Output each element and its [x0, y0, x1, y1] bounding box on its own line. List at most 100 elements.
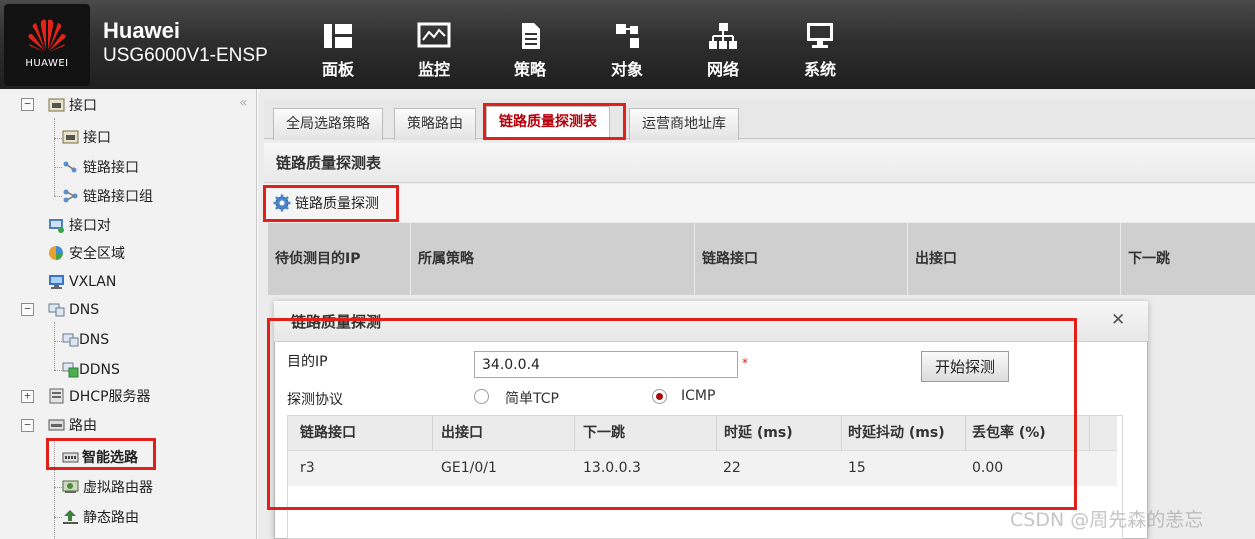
sidebar-item-interface-group[interactable]: 接口: [48, 94, 97, 116]
tree-expander[interactable]: −: [21, 98, 34, 111]
tab-global-route-policy[interactable]: 全局选路策略: [273, 108, 383, 140]
radio-icmp[interactable]: [652, 389, 667, 404]
sidebar-item-label: DNS: [69, 302, 100, 318]
sidebar-item-virtual-router[interactable]: 虚拟路由器: [62, 476, 153, 498]
sidebar-item-dns[interactable]: DNS: [62, 329, 109, 351]
tree-connector: [54, 196, 62, 197]
panel-title: 链路质量探测表: [264, 143, 1255, 183]
link-quality-probe-button[interactable]: 链路质量探测: [273, 191, 379, 215]
dns-folder-icon: [48, 303, 65, 317]
target-ip-label: 目的IP: [287, 354, 328, 370]
sidebar-item-label: VXLAN: [69, 274, 117, 290]
nav-policy[interactable]: 策略: [500, 22, 560, 84]
dhcp-server-icon: [49, 388, 64, 404]
panel-toolbar: [264, 184, 1255, 222]
sidebar-item-interface[interactable]: 接口: [62, 126, 111, 148]
tree-expander[interactable]: +: [21, 390, 34, 403]
column-header[interactable]: 时延 (ms): [718, 416, 842, 451]
nav-label: 网络: [706, 60, 739, 79]
column-header[interactable]: 出接口: [908, 223, 1121, 295]
tree-expander[interactable]: −: [21, 303, 34, 316]
probe-button-label: 链路质量探测: [295, 196, 379, 212]
tab-isp-address-db[interactable]: 运营商地址库: [629, 108, 739, 140]
sidebar-item-security-zone[interactable]: 安全区域: [48, 242, 125, 264]
sidebar-item-label: 接口: [69, 98, 97, 114]
sidebar-item-vxlan[interactable]: VXLAN: [48, 271, 116, 293]
column-header[interactable]: 所属策略: [411, 223, 695, 295]
sidebar-item-dns-group[interactable]: DNS: [48, 299, 99, 321]
link-interface-icon: [63, 161, 77, 173]
nav-network[interactable]: 网络: [693, 22, 753, 84]
sidebar-item-static-route[interactable]: 静态路由: [62, 506, 139, 528]
column-header[interactable]: 时延抖动 (ms): [842, 416, 966, 451]
dashboard-icon: [324, 24, 352, 48]
sidebar-item-label: DDNS: [79, 362, 120, 378]
sidebar-item-link-interface-group[interactable]: 链路接口组: [62, 185, 153, 207]
close-icon[interactable]: ✕: [1111, 310, 1125, 330]
radio-simple-tcp[interactable]: [474, 389, 489, 404]
sidebar-item-label: 链路接口组: [83, 189, 153, 205]
virtual-router-icon: [62, 480, 79, 493]
huawei-logo: HUAWEI: [4, 4, 90, 86]
cell-out-interface: GE1/0/1: [441, 460, 497, 476]
nav-dashboard[interactable]: 面板: [308, 22, 368, 84]
dialog-header: [274, 301, 1148, 342]
brand-name: Huawei: [103, 18, 181, 43]
target-ip-input[interactable]: [474, 351, 738, 378]
sidebar-item-link-interface[interactable]: 链路接口: [62, 156, 139, 178]
link-interface-group-icon: [63, 189, 78, 203]
tree-connector: [54, 167, 62, 168]
column-header[interactable]: 出接口: [435, 416, 575, 451]
sidebar-item-routing-group[interactable]: 路由: [48, 414, 97, 436]
tree-expander[interactable]: −: [21, 419, 34, 432]
column-header[interactable]: 丢包率 (%): [966, 416, 1090, 451]
nav-object[interactable]: 对象: [597, 22, 657, 84]
sidebar-item-ddns[interactable]: DDNS: [62, 359, 120, 381]
sidebar-item-dhcp-server[interactable]: DHCP服务器: [48, 385, 151, 407]
sidebar-collapse-icon[interactable]: «: [239, 95, 248, 111]
system-computer-icon: [807, 23, 833, 48]
policy-document-icon: [522, 23, 540, 49]
huawei-flower-icon: [28, 19, 66, 52]
nav-label: 面板: [321, 60, 354, 79]
nav-label: 对象: [610, 60, 643, 79]
interface-pair-icon: [49, 219, 64, 233]
security-zone-icon: [49, 246, 63, 260]
ddns-icon: [62, 362, 79, 378]
sidebar-item-interface-pair[interactable]: 接口对: [48, 214, 111, 236]
tree-connector: [54, 322, 55, 370]
tab-policy-route[interactable]: 策略路由: [394, 108, 476, 140]
column-header[interactable]: 待侦测目的IP: [268, 223, 411, 295]
sidebar-item-label: 链路接口: [83, 160, 139, 176]
sidebar-item-label: 接口: [83, 130, 111, 146]
vxlan-icon: [49, 275, 64, 289]
tab-link-quality-probe[interactable]: 链路质量探测表: [486, 106, 610, 140]
column-header[interactable]: 链路接口: [695, 223, 908, 295]
protocol-label: 探测协议: [287, 392, 343, 408]
watermark: CSDN @周先森的恙忘: [1010, 509, 1204, 531]
column-header[interactable]: 链路接口: [294, 416, 433, 451]
network-topology-icon: [709, 23, 737, 49]
logo-wordmark: HUAWEI: [25, 58, 69, 69]
object-blocks-icon: [616, 24, 639, 48]
tree-connector: [54, 487, 62, 488]
radio-label-simple-tcp: 简单TCP: [505, 391, 559, 407]
gear-icon: [273, 194, 291, 212]
monitor-chart-icon: [417, 22, 451, 48]
nav-system[interactable]: 系统: [790, 22, 850, 84]
tree-connector: [54, 138, 62, 139]
column-header[interactable]: 下一跳: [1121, 223, 1255, 295]
device-model: USG6000V1-ENSP: [103, 45, 268, 66]
start-probe-button[interactable]: 开始探测: [921, 351, 1009, 382]
sidebar-item-label: DNS: [79, 332, 110, 348]
nav-label: 系统: [803, 60, 836, 79]
static-route-icon: [63, 510, 78, 524]
sidebar-item-label: 路由: [69, 418, 97, 434]
cell-delay: 22: [723, 460, 741, 476]
route-folder-icon: [48, 419, 65, 431]
tree-connector: [54, 341, 62, 342]
column-header[interactable]: 下一跳: [577, 416, 717, 451]
tree-connector: [54, 118, 55, 196]
dns-icon: [62, 333, 79, 347]
nav-monitor[interactable]: 监控: [404, 22, 464, 84]
